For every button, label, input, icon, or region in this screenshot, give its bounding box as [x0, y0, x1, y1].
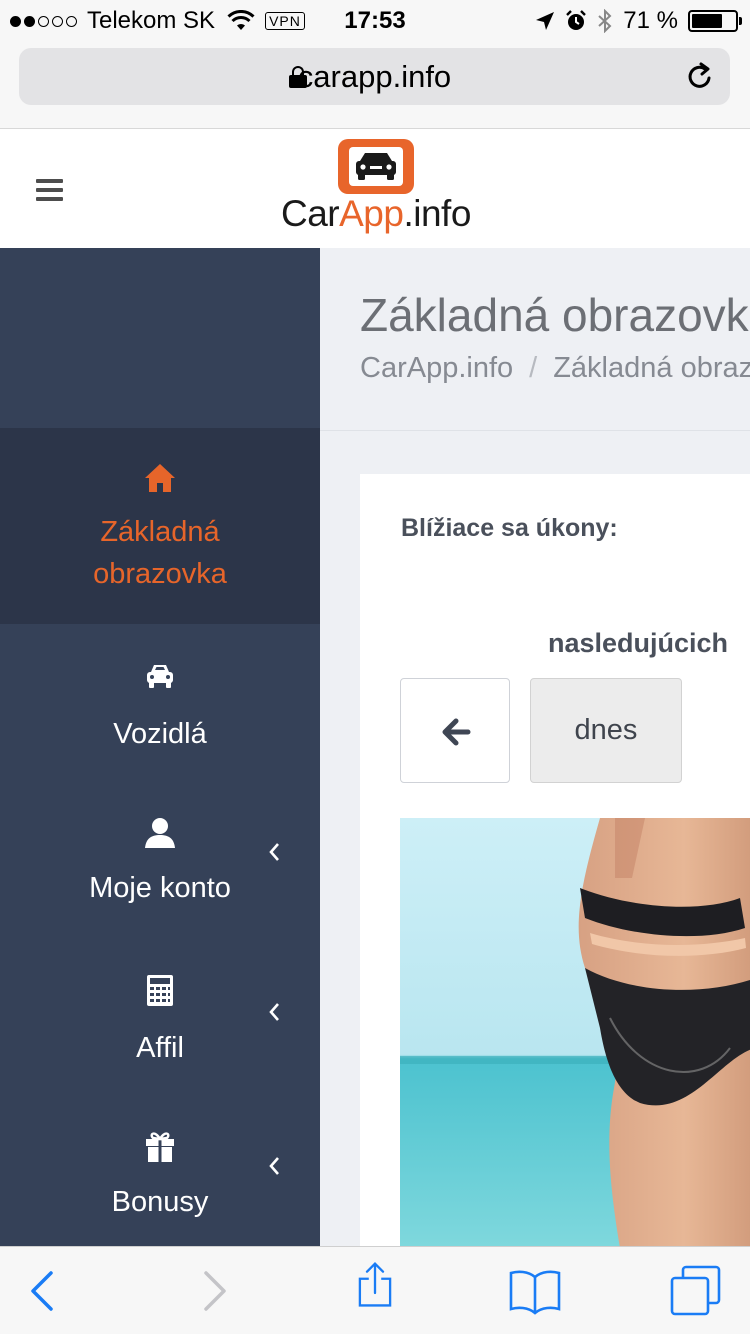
breadcrumb-home-link[interactable]: CarApp.info	[360, 352, 513, 384]
chevron-left-icon[interactable]	[266, 1000, 282, 1024]
sidebar-item-label: Bonusy	[111, 1186, 209, 1218]
status-left: Telekom SK VPN	[10, 6, 305, 36]
header-divider	[320, 430, 750, 431]
main-content: Základná obrazovka CarApp.info / Základná …	[320, 248, 750, 1248]
sidebar-item-bonuses[interactable]: Bonusy	[0, 1098, 320, 1248]
browser-bottom-toolbar	[0, 1246, 750, 1334]
site-header: CarApp.info	[0, 129, 750, 248]
sidebar-item-label: obrazovka	[93, 558, 227, 590]
home-icon	[145, 464, 175, 492]
location-arrow-icon	[536, 12, 555, 30]
bookmarks-icon[interactable]	[508, 1267, 562, 1315]
today-button[interactable]: dnes	[530, 678, 682, 783]
browser-top-bar: carapp.info	[0, 40, 750, 129]
carrier-name: Telekom SK	[87, 7, 216, 34]
status-bar: Telekom SK VPN 17:53 71 %	[0, 0, 750, 40]
vpn-badge: VPN	[265, 12, 305, 30]
car-icon	[147, 665, 173, 688]
address-bar[interactable]: carapp.info	[19, 48, 730, 105]
card-title: Blížiace sa úkony:	[401, 514, 618, 542]
breadcrumb-current: Základná obrazovka	[553, 352, 750, 384]
gift-icon	[146, 1132, 174, 1162]
sidebar-item-label: Moje konto	[89, 872, 231, 904]
breadcrumb-separator: /	[529, 352, 538, 384]
sidebar-item-my-account[interactable]: Moje konto	[0, 778, 320, 938]
sidebar-item-vehicles[interactable]: Vozidlá	[0, 624, 320, 778]
status-right: 71 %	[535, 6, 742, 36]
bluetooth-icon	[598, 9, 612, 33]
reload-icon[interactable]	[684, 61, 716, 93]
wifi-icon	[227, 10, 255, 30]
menu-hamburger-icon[interactable]	[36, 179, 63, 201]
car-logo-icon	[338, 139, 414, 194]
forward-arrow-icon[interactable]	[185, 1267, 239, 1315]
page-title: Základná obrazovka	[360, 289, 750, 341]
chevron-left-icon[interactable]	[266, 840, 282, 864]
tabs-icon[interactable]	[668, 1263, 724, 1319]
calendar-range-label: nasledujúcich	[548, 628, 729, 658]
back-arrow-icon[interactable]	[18, 1267, 72, 1315]
share-icon[interactable]	[348, 1261, 402, 1309]
sidebar-item-home[interactable]: Základná obrazovka	[0, 428, 320, 624]
sidebar-item-label: Vozidlá	[113, 718, 207, 750]
sidebar-item-affil[interactable]: Affil	[0, 938, 320, 1098]
sidebar-item-label: Základná	[100, 516, 220, 548]
chevron-left-icon[interactable]	[266, 1154, 282, 1178]
carapp-logo[interactable]: CarApp.info	[281, 139, 471, 239]
url-text: carapp.info	[297, 59, 452, 94]
calculator-icon	[147, 975, 173, 1006]
user-icon	[145, 818, 175, 848]
upcoming-tasks-card: Blížiace sa úkony: nasledujúcich dnes	[360, 474, 750, 1248]
battery-icon	[688, 10, 742, 32]
alarm-icon	[566, 10, 587, 30]
prev-button[interactable]	[400, 678, 510, 783]
sidebar: Základná obrazovka Vozidlá Moje konto Af…	[0, 248, 320, 1248]
breadcrumb: CarApp.info / Základná obrazovka	[360, 352, 750, 385]
sidebar-item-label: Affil	[136, 1032, 184, 1064]
advertisement-image[interactable]	[400, 818, 750, 1248]
logo-text: CarApp.info	[281, 193, 471, 234]
signal-strength-icon	[10, 15, 77, 27]
battery-percent: 71 %	[623, 7, 678, 34]
arrow-left-icon	[442, 718, 471, 746]
